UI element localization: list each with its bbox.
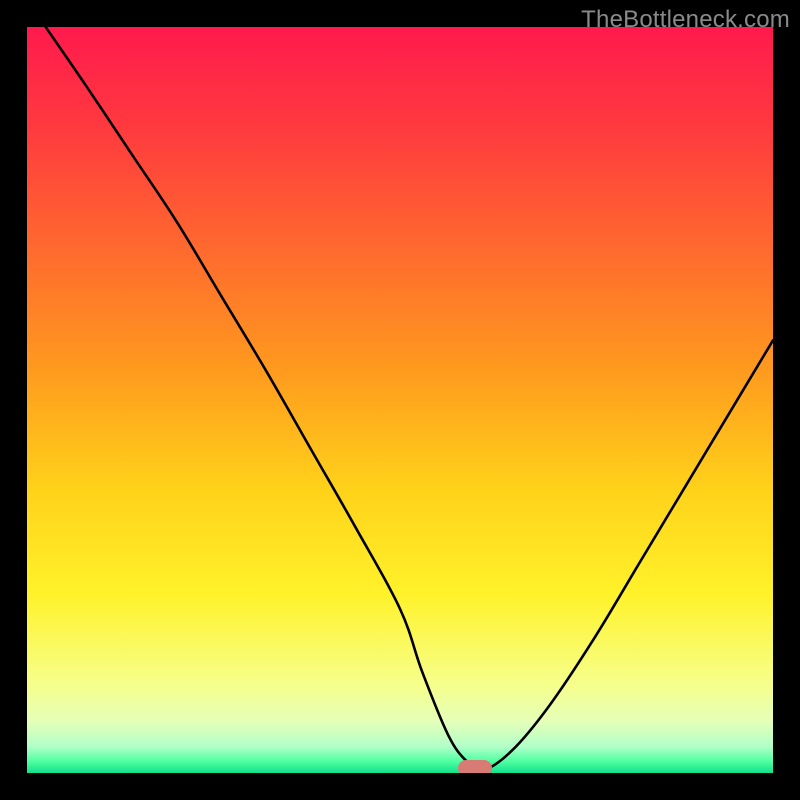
watermark-label: TheBottleneck.com bbox=[581, 6, 790, 34]
optimum-marker bbox=[458, 760, 492, 773]
bottleneck-chart bbox=[27, 27, 773, 773]
gradient-background bbox=[27, 27, 773, 773]
chart-frame: TheBottleneck.com bbox=[0, 0, 800, 800]
plot-region bbox=[27, 27, 773, 773]
